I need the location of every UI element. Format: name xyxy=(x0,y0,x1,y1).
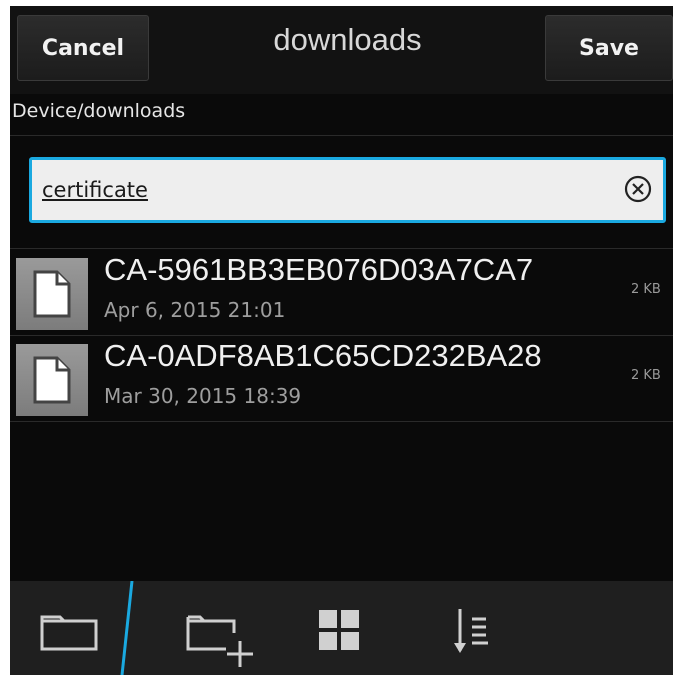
grid-view-icon xyxy=(319,610,359,650)
file-row[interactable]: CA-0ADF8AB1C65CD232BA28 Mar 30, 2015 18:… xyxy=(10,336,673,422)
file-name: CA-0ADF8AB1C65CD232BA28 xyxy=(104,338,542,373)
document-icon xyxy=(16,258,88,330)
file-picker-screen: Cancel downloads Save Device/downloads C… xyxy=(10,6,673,675)
file-row[interactable]: CA-5961BB3EB076D03A7CA7 Apr 6, 2015 21:0… xyxy=(10,250,673,336)
grid-view-button[interactable] xyxy=(300,581,410,675)
search-field[interactable] xyxy=(29,157,666,223)
breadcrumb: Device/downloads xyxy=(10,96,673,136)
save-button[interactable]: Save xyxy=(545,15,673,81)
sort-button[interactable] xyxy=(430,581,540,675)
folder-icon xyxy=(40,615,98,651)
title-bar: Cancel downloads Save xyxy=(10,6,673,94)
action-bar xyxy=(10,581,673,675)
document-icon xyxy=(16,344,88,416)
new-folder-icon xyxy=(186,615,253,667)
file-size: 2 KB xyxy=(631,368,661,383)
sort-icon xyxy=(454,609,488,653)
folder-button[interactable] xyxy=(10,581,120,675)
search-input[interactable] xyxy=(42,170,602,210)
file-name: CA-5961BB3EB076D03A7CA7 xyxy=(104,252,534,287)
list-top-divider xyxy=(10,248,673,249)
cancel-button[interactable]: Cancel xyxy=(17,15,149,81)
page-title: downloads xyxy=(273,22,422,57)
file-date: Apr 6, 2015 21:01 xyxy=(104,298,286,322)
new-folder-button[interactable] xyxy=(170,581,280,675)
file-date: Mar 30, 2015 18:39 xyxy=(104,384,302,408)
file-size: 2 KB xyxy=(631,282,661,297)
clear-circle-x-icon[interactable] xyxy=(623,174,653,204)
action-divider xyxy=(120,581,134,675)
